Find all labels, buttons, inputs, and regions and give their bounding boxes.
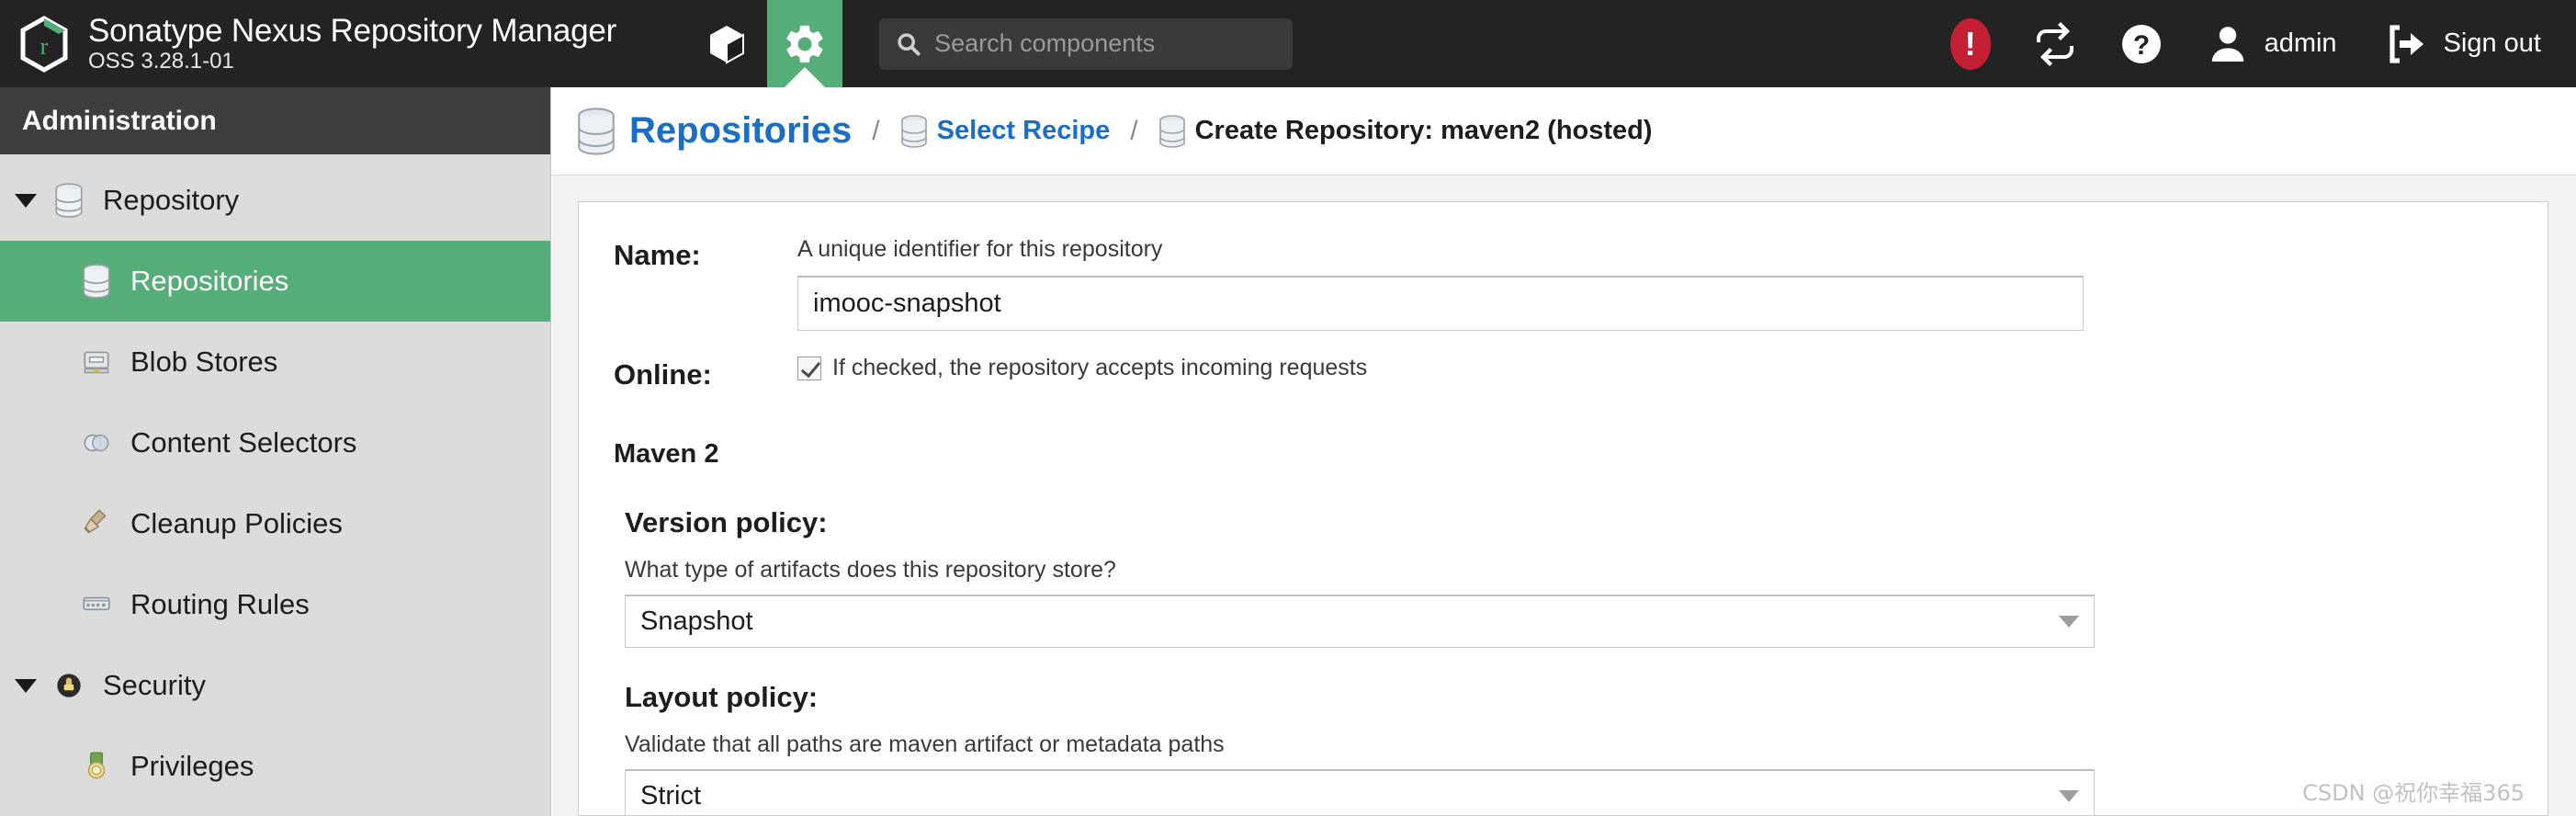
layout-policy-group: Layout policy: Validate that all paths a… [614, 681, 2548, 815]
panel-area: Name: A unique identifier for this repos… [552, 176, 2576, 816]
svg-text:r: r [40, 33, 49, 60]
user-avatar-icon [2211, 26, 2243, 62]
database-icon [578, 107, 615, 155]
breadcrumb-root[interactable]: Repositories [576, 107, 853, 155]
chevron-down-icon [2059, 616, 2079, 628]
sidebar-item-label: Blob Stores [130, 346, 278, 378]
layout-policy-label: Layout policy: [625, 681, 819, 713]
online-field-body: If checked, the repository accepts incom… [797, 355, 2548, 381]
sidebar-item-label: Repositories [130, 265, 289, 297]
watermark: CSDN @祝你幸福365 [2302, 780, 2525, 806]
search-box[interactable] [879, 17, 1294, 70]
sidebar-nav: Repository Repositories Blob Stores Cont… [0, 154, 550, 807]
chevron-down-icon [2059, 790, 2079, 802]
online-check-row[interactable]: If checked, the repository accepts incom… [797, 355, 2548, 381]
caret-down-icon[interactable] [15, 678, 37, 693]
maven-section-title: Maven 2 [614, 439, 719, 469]
layout-policy-select[interactable]: Strict [625, 769, 2095, 815]
browse-button[interactable] [686, 0, 767, 87]
cube-icon [710, 25, 745, 64]
gear-icon [786, 25, 823, 62]
sidebar-item-blob-stores[interactable]: Blob Stores [0, 322, 550, 402]
sidebar-title: Administration [22, 105, 217, 136]
refresh-icon[interactable] [2033, 21, 2077, 66]
application-window: r Sonatype Nexus Repository Manager OSS … [0, 0, 2576, 816]
sidebar-header: Administration [0, 87, 550, 154]
sidebar-item-label: Repository [103, 184, 240, 216]
brand-title: Sonatype Nexus Repository Manager [88, 12, 617, 49]
online-field-row: Online: If checked, the repository accep… [614, 355, 2548, 391]
privileges-icon [87, 752, 106, 779]
sidebar-item-cleanup-policies[interactable]: Cleanup Policies [0, 483, 550, 564]
version-policy-hint: What type of artifacts does this reposit… [625, 557, 1116, 583]
sidebar-item-routing-rules[interactable]: Routing Rules [0, 564, 550, 645]
name-input[interactable] [797, 276, 2084, 331]
search-input[interactable] [934, 29, 1277, 58]
breadcrumb-select-recipe-label: Select Recipe [936, 116, 1111, 145]
alert-badge[interactable]: ! [1949, 17, 1991, 70]
nexus-logo: r [0, 0, 88, 87]
breadcrumb-select-recipe[interactable]: Select Recipe [900, 114, 1111, 148]
create-repository-form: Name: A unique identifier for this repos… [578, 201, 2548, 816]
sign-out-icon [2389, 24, 2423, 63]
breadcrumb-current-label: Create Repository: maven2 (hosted) [1194, 116, 1653, 145]
nexus-hexagon-logo-icon: r [20, 15, 68, 73]
caret-down-icon[interactable] [15, 193, 37, 208]
version-policy-value: Snapshot [640, 606, 753, 636]
broom-icon [84, 509, 107, 534]
sidebar-item-repository[interactable]: Repository [0, 160, 550, 241]
user-menu[interactable]: admin [2206, 22, 2337, 66]
content-selector-icon [84, 434, 109, 452]
svg-text:?: ? [2132, 30, 2149, 61]
version-policy-group: Version policy: What type of artifacts d… [614, 506, 2548, 648]
database-icon [55, 183, 83, 218]
brand-version: OSS 3.28.1-01 [88, 48, 234, 74]
sidebar-item-label: Routing Rules [130, 588, 310, 620]
user-name-label: admin [2264, 28, 2337, 58]
online-field-label: Online: [614, 358, 712, 391]
breadcrumb: Repositories / Select Recipe / Create Re… [552, 87, 2576, 176]
sidebar: Administration Repository Repositories B… [0, 87, 551, 816]
breadcrumb-separator-2: / [1130, 115, 1138, 146]
sidebar-item-label: Cleanup Policies [130, 507, 343, 539]
sidebar-item-privileges[interactable]: Privileges [0, 726, 550, 807]
name-field-body: A unique identifier for this repository [797, 235, 2548, 331]
administration-button[interactable] [767, 0, 843, 87]
breadcrumb-root-label: Repositories [629, 110, 853, 151]
version-policy-select[interactable]: Snapshot [625, 595, 2095, 648]
sidebar-item-label: Content Selectors [130, 426, 357, 459]
name-field-label: Name: [614, 239, 701, 271]
breadcrumb-current: Create Repository: maven2 (hosted) [1158, 114, 1653, 148]
name-field-row: Name: A unique identifier for this repos… [614, 235, 2548, 331]
sign-out-label: Sign out [2443, 28, 2541, 58]
security-shield-icon [57, 674, 81, 697]
sidebar-item-label: Privileges [130, 750, 254, 782]
sidebar-item-label: Security [103, 669, 206, 701]
top-header-bar: r Sonatype Nexus Repository Manager OSS … [0, 0, 2576, 87]
online-checkbox-label: If checked, the repository accepts incom… [832, 355, 1368, 380]
sidebar-item-content-selectors[interactable]: Content Selectors [0, 402, 550, 483]
database-icon [1158, 114, 1185, 148]
database-icon [900, 114, 927, 148]
search-icon [898, 32, 921, 55]
routing-rules-icon [83, 596, 110, 611]
name-field-hint: A unique identifier for this repository [797, 236, 1163, 262]
header-right-actions: ! ? admin Sign out [1949, 17, 2576, 70]
sign-out-button[interactable]: Sign out [2385, 22, 2541, 66]
database-icon [83, 264, 110, 299]
online-checkbox[interactable] [797, 356, 821, 380]
blob-store-icon [84, 351, 109, 374]
help-question-icon[interactable]: ? [2119, 22, 2164, 66]
sidebar-item-repositories[interactable]: Repositories [0, 241, 550, 322]
alert-exclamation-icon: ! [1964, 24, 1976, 62]
content-area: Repositories / Select Recipe / Create Re… [552, 87, 2576, 816]
version-policy-label: Version policy: [625, 506, 828, 538]
brand-block: Sonatype Nexus Repository Manager OSS 3.… [88, 12, 617, 74]
sidebar-item-security[interactable]: Security [0, 645, 550, 726]
layout-policy-hint: Validate that all paths are maven artifa… [625, 731, 1225, 757]
breadcrumb-separator-1: / [872, 115, 880, 146]
layout-policy-value: Strict [640, 781, 702, 810]
